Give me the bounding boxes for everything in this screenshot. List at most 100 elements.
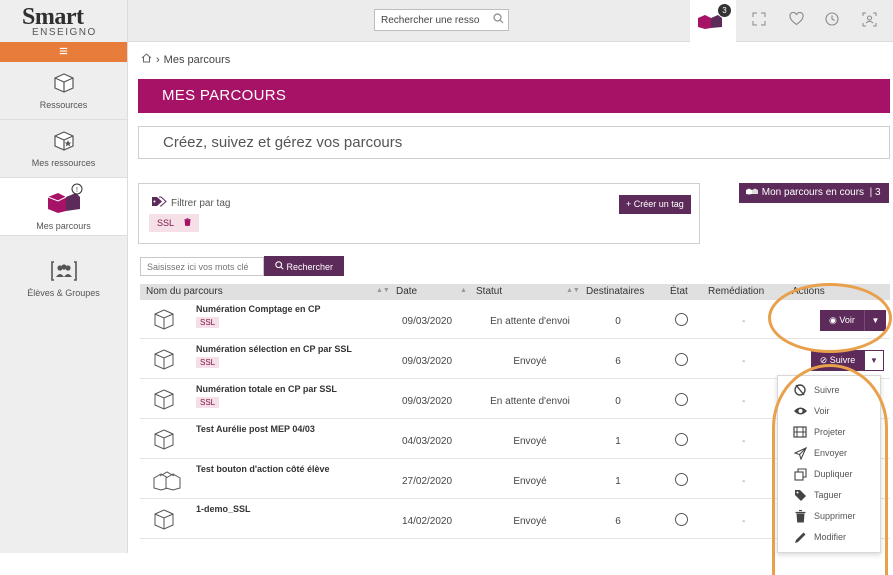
menu-item-label: Supprimer — [814, 511, 856, 521]
hamburger-menu-button[interactable]: ≡ — [0, 42, 127, 62]
parcours-date: 09/03/2020 — [402, 396, 453, 407]
parcours-name[interactable]: Test bouton d'action côté élève — [196, 464, 330, 474]
col-header-name[interactable]: Nom du parcours — [146, 286, 223, 297]
menu-item-modifier[interactable]: Modifier — [778, 527, 882, 547]
current-parcours-button[interactable]: Mon parcours en cours | 3 — [739, 183, 889, 203]
table-row[interactable]: Numération sélection en CP par SSL SSL 0… — [140, 340, 890, 379]
tag-chip-label: SSL — [157, 218, 175, 228]
global-search-input[interactable] — [374, 9, 509, 31]
logo-brand: Smart — [22, 4, 84, 30]
sidebar: Smart ENSEIGNO ≡ Ressources Mes ressourc… — [0, 0, 128, 553]
menu-item-label: Suivre — [814, 385, 840, 395]
parcours-name[interactable]: Test Aurélie post MEP 04/03 — [196, 424, 315, 434]
col-header-date[interactable]: Date — [396, 286, 417, 297]
parcours-statut: Envoyé — [513, 476, 547, 487]
parcours-name[interactable]: Numération Comptage en CP — [196, 304, 321, 314]
menu-item-projeter[interactable]: Projeter — [778, 422, 882, 442]
parcours-statut: Envoyé — [513, 436, 547, 447]
pencil-icon — [790, 531, 810, 544]
menu-item-dupliquer[interactable]: Dupliquer — [778, 464, 882, 484]
breadcrumb-current: Mes parcours — [163, 53, 231, 66]
sidebar-item-mes-ressources[interactable]: Mes ressources — [0, 120, 127, 178]
sort-icon[interactable]: ▲▼ — [566, 287, 580, 294]
tag-filter-panel: Filtrer par tag SSL + Créer un tag — [138, 183, 700, 244]
caret-down-icon: ▼ — [870, 356, 878, 365]
parcours-tag: SSL — [196, 357, 220, 368]
filter-label-text: Filtrer par tag — [171, 197, 231, 209]
fullscreen-icon[interactable] — [752, 12, 766, 29]
parcours-remediation: - — [742, 316, 746, 327]
suivre-button[interactable]: ⊘ Suivre — [811, 350, 864, 371]
col-header-statut[interactable]: Statut — [476, 286, 502, 297]
menu-item-label: Taguer — [814, 490, 842, 500]
eye-icon: ◉ — [829, 315, 837, 325]
copy-icon — [790, 467, 810, 481]
tag-icon — [790, 489, 810, 502]
menu-item-envoyer[interactable]: Envoyer — [778, 443, 882, 463]
parcours-thumb-icon — [152, 388, 176, 415]
sort-icon[interactable]: ▲▼ — [376, 287, 390, 294]
action-dropdown-toggle[interactable]: ▼ — [864, 350, 884, 371]
parcours-thumb-icon — [152, 348, 176, 375]
menu-item-label: Modifier — [814, 532, 847, 542]
history-clock-icon[interactable] — [825, 12, 839, 29]
search-button[interactable]: Rechercher — [264, 256, 344, 276]
menu-item-suivre[interactable]: Suivre — [778, 380, 882, 400]
keyword-search-input[interactable] — [140, 257, 264, 276]
trash-icon — [790, 509, 810, 523]
create-tag-label: Créer un tag — [633, 199, 684, 209]
menu-item-voir[interactable]: Voir — [778, 401, 882, 421]
col-header-destinataires[interactable]: Destinataires — [586, 286, 644, 297]
plus-icon: + — [626, 199, 632, 209]
sidebar-item-mes-parcours[interactable]: ! Mes parcours — [0, 178, 127, 236]
parcours-date: 04/03/2020 — [402, 436, 453, 447]
table-row[interactable]: Numération Comptage en CP SSL 09/03/2020… — [140, 300, 890, 339]
home-icon[interactable] — [141, 53, 152, 66]
cube-icon — [53, 72, 75, 96]
search-icon[interactable] — [493, 13, 504, 27]
create-tag-button[interactable]: + Créer un tag — [619, 195, 691, 214]
parcours-thumb-icon — [152, 428, 176, 455]
eye-slash-icon — [790, 384, 810, 396]
parcours-destinataires: 6 — [615, 516, 621, 527]
sidebar-item-ressources[interactable]: Ressources — [0, 62, 127, 120]
col-header-etat[interactable]: État — [670, 286, 688, 297]
heart-icon[interactable] — [789, 11, 804, 29]
send-icon — [790, 446, 810, 460]
trash-icon[interactable] — [184, 214, 191, 232]
film-icon — [790, 426, 810, 438]
parcours-icon: ! — [44, 183, 84, 217]
menu-item-taguer[interactable]: Taguer — [778, 485, 882, 505]
action-dropdown-toggle[interactable]: ▼ — [864, 310, 886, 331]
cart-button[interactable]: 3 — [690, 0, 736, 42]
etat-circle — [675, 313, 688, 326]
table-header: Nom du parcours ▲▼ Date ▲ Statut ▲▼ Dest… — [140, 284, 890, 300]
parcours-date: 09/03/2020 — [402, 356, 453, 367]
parcours-date: 09/03/2020 — [402, 316, 453, 327]
menu-item-supprimer[interactable]: Supprimer — [778, 506, 882, 526]
parcours-name[interactable]: 1-demo_SSL — [196, 504, 251, 514]
filter-label: Filtrer par tag — [151, 196, 230, 210]
profile-scan-icon[interactable] — [862, 12, 877, 30]
logo[interactable]: Smart ENSEIGNO — [0, 0, 127, 42]
tag-chip-ssl[interactable]: SSL — [149, 214, 200, 232]
parcours-tag: SSL — [196, 397, 220, 408]
parcours-name[interactable]: Numération sélection en CP par SSL — [196, 344, 352, 354]
parcours-small-icon — [745, 187, 762, 198]
sidebar-item-eleves-groupes[interactable]: Élèves & Groupes — [0, 244, 127, 314]
parcours-statut: Envoyé — [513, 356, 547, 367]
parcours-destinataires: 0 — [615, 316, 621, 327]
breadcrumb-separator: › — [156, 53, 160, 66]
parcours-statut: En attente d'envoi — [490, 316, 570, 327]
parcours-remediation: - — [742, 396, 746, 407]
parcours-destinataires: 1 — [615, 436, 621, 447]
col-header-remediation[interactable]: Remédiation — [708, 286, 764, 297]
parcours-remediation: - — [742, 356, 746, 367]
sort-icon[interactable]: ▲ — [460, 287, 467, 294]
svg-text:!: ! — [76, 187, 78, 194]
current-parcours-label: Mon parcours en cours — [761, 187, 865, 198]
parcours-name[interactable]: Numération totale en CP par SSL — [196, 384, 337, 394]
voir-button[interactable]: ◉ Voir — [820, 310, 864, 331]
eye-icon — [790, 406, 810, 416]
sidebar-item-label: Mes ressources — [31, 157, 96, 168]
